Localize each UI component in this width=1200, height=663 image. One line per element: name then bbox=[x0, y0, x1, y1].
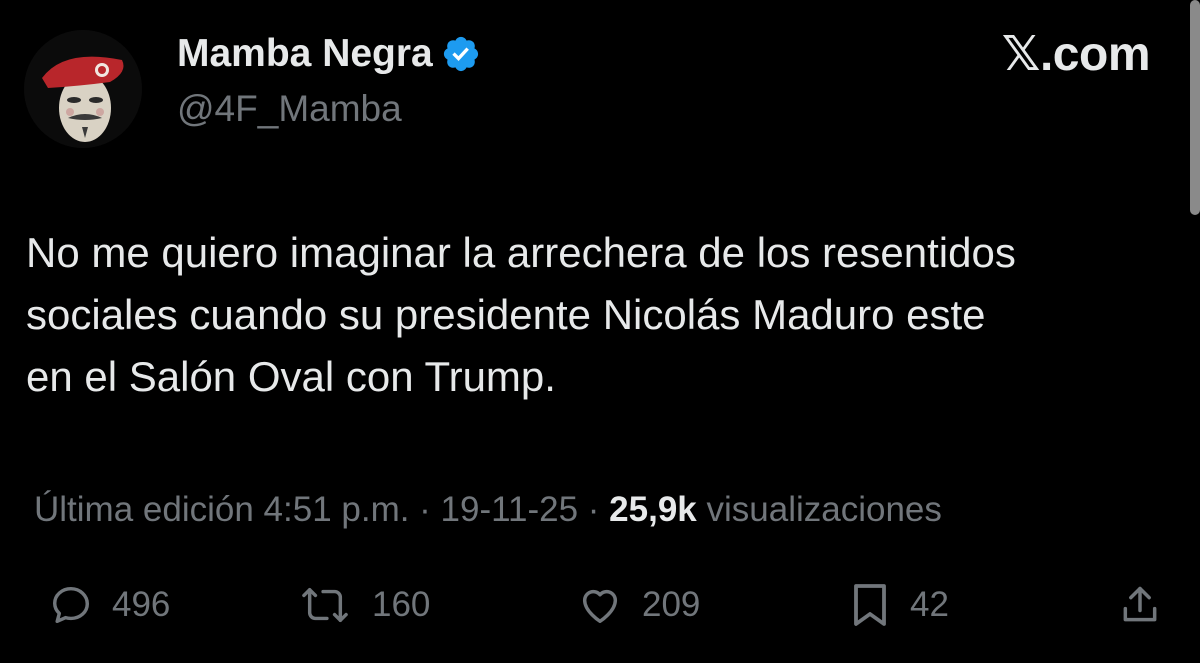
scrollbar[interactable] bbox=[1190, 0, 1200, 215]
bookmark-icon bbox=[854, 584, 886, 626]
repost-count: 160 bbox=[372, 585, 431, 624]
reply-button[interactable]: 496 bbox=[48, 578, 170, 632]
tweet-text-line: en el Salón Oval con Trump. bbox=[26, 353, 556, 400]
verified-badge-icon bbox=[443, 36, 478, 72]
share-button[interactable] bbox=[1118, 578, 1162, 632]
avatar[interactable] bbox=[24, 30, 142, 148]
heart-icon bbox=[582, 589, 618, 624]
like-count: 209 bbox=[642, 585, 701, 624]
repost-icon bbox=[302, 587, 348, 623]
author-display-name[interactable]: Mamba Negra bbox=[177, 32, 481, 76]
bookmark-button[interactable]: 42 bbox=[848, 578, 949, 632]
tweet-text: No me quiero imaginar la arrechera de lo… bbox=[26, 222, 1186, 408]
action-bar: 496 160 209 42 bbox=[0, 578, 1200, 632]
site-label: 𝕏.com bbox=[1001, 28, 1151, 81]
reply-icon bbox=[52, 586, 90, 624]
tweet-text-line: No me quiero imaginar la arrechera de lo… bbox=[26, 229, 1016, 276]
mask-avatar-icon bbox=[24, 30, 142, 148]
edited-timestamp[interactable]: Última edición 4:51 p.m. · 19-11-25 · bbox=[34, 490, 609, 529]
views-count: 25,9k bbox=[609, 490, 697, 529]
share-icon bbox=[1123, 586, 1157, 622]
author-name-text: Mamba Negra bbox=[177, 32, 433, 75]
views-label: visualizaciones bbox=[696, 490, 942, 529]
tweet-meta: Última edición 4:51 p.m. · 19-11-25 · 25… bbox=[34, 490, 942, 530]
like-button[interactable]: 209 bbox=[576, 578, 700, 632]
repost-button[interactable]: 160 bbox=[296, 578, 430, 632]
tweet-text-line: sociales cuando su presidente Nicolás Ma… bbox=[26, 291, 986, 338]
author-handle[interactable]: @4F_Mamba bbox=[177, 88, 402, 130]
bookmark-count: 42 bbox=[910, 585, 949, 624]
reply-count: 496 bbox=[112, 585, 171, 624]
